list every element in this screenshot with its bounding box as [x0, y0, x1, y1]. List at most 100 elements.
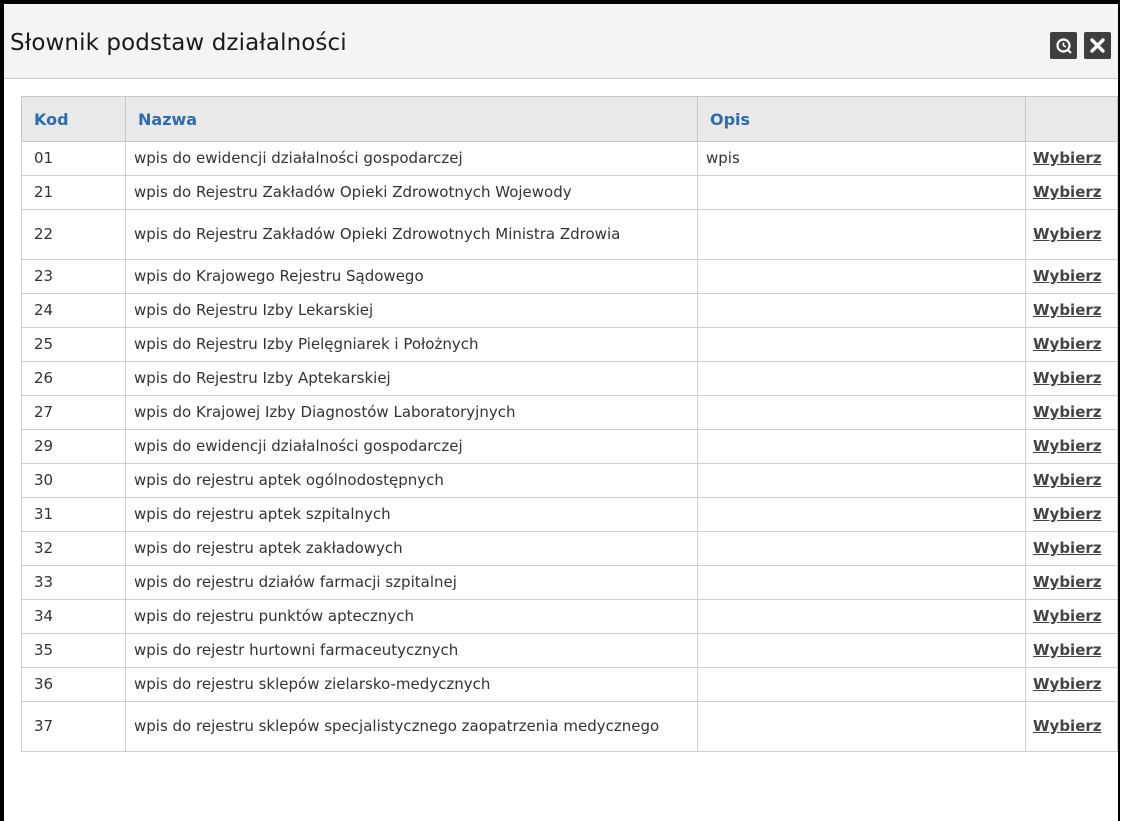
action-cell: Wybierz	[1025, 667, 1118, 702]
nazwa-cell: wpis do Rejestru Izby Pielęgniarek i Poł…	[125, 327, 698, 362]
nazwa-cell: wpis do Krajowej Izby Diagnostów Laborat…	[125, 395, 698, 430]
select-link[interactable]: Wybierz	[1033, 717, 1102, 735]
select-link[interactable]: Wybierz	[1033, 335, 1102, 353]
select-link[interactable]: Wybierz	[1033, 149, 1102, 167]
table-row: 23 wpis do Krajowego Rejestru Sądowego Wyb…	[21, 259, 1118, 294]
action-cell: Wybierz	[1025, 497, 1118, 532]
kod-cell: 21	[21, 175, 126, 210]
column-header-opis[interactable]: Opis	[697, 96, 1026, 142]
select-link[interactable]: Wybierz	[1033, 403, 1102, 421]
select-link[interactable]: Wybierz	[1033, 573, 1102, 591]
opis-cell: wpis	[697, 141, 1026, 176]
action-cell: Wybierz	[1025, 259, 1118, 294]
action-cell: Wybierz	[1025, 361, 1118, 396]
action-cell: Wybierz	[1025, 141, 1118, 176]
kod-cell: 25	[21, 327, 126, 362]
kod-cell: 26	[21, 361, 126, 396]
opis-cell	[697, 463, 1026, 498]
kod-cell: 01	[21, 141, 126, 176]
table-row: 34 wpis do rejestru punktów aptecznych Wyb…	[21, 599, 1118, 634]
nazwa-cell: wpis do rejestru sklepów zielarsko-medyc…	[125, 667, 698, 702]
table-row: 21 wpis do Rejestru Zakładów Opieki Zdrow…	[21, 175, 1118, 210]
zoom-button[interactable]	[1050, 32, 1077, 59]
opis-cell	[697, 175, 1026, 210]
column-header-nazwa[interactable]: Nazwa	[125, 96, 698, 142]
magnifier-icon	[1056, 38, 1072, 54]
kod-cell: 27	[21, 395, 126, 430]
nazwa-cell: wpis do rejestru działów farmacji szpita…	[125, 565, 698, 600]
kod-cell: 31	[21, 497, 126, 532]
opis-cell	[697, 599, 1026, 634]
table-row: 27 wpis do Krajowej Izby Diagnostów Labor…	[21, 395, 1118, 430]
nazwa-cell: wpis do Rejestru Izby Aptekarskiej	[125, 361, 698, 396]
kod-cell: 36	[21, 667, 126, 702]
action-cell: Wybierz	[1025, 531, 1118, 566]
select-link[interactable]: Wybierz	[1033, 505, 1102, 523]
results-grid: Kod Nazwa Opis 01 wpis do ewidencji dział…	[21, 96, 1118, 752]
action-cell: Wybierz	[1025, 701, 1118, 752]
action-cell: Wybierz	[1025, 327, 1118, 362]
action-cell: Wybierz	[1025, 633, 1118, 668]
nazwa-cell: wpis do rejestru aptek zakładowych	[125, 531, 698, 566]
opis-cell	[697, 259, 1026, 294]
table-row: 31 wpis do rejestru aptek szpitalnych Wybi…	[21, 497, 1118, 532]
action-cell: Wybierz	[1025, 429, 1118, 464]
opis-cell	[697, 293, 1026, 328]
opis-cell	[697, 633, 1026, 668]
select-link[interactable]: Wybierz	[1033, 641, 1102, 659]
dialog-titlebar: Słownik podstaw działalności	[4, 4, 1118, 79]
select-link[interactable]: Wybierz	[1033, 607, 1102, 625]
kod-cell: 37	[21, 701, 126, 752]
dialog-title: Słownik podstaw działalności	[10, 30, 347, 56]
nazwa-cell: wpis do rejestru aptek ogólnodostępnych	[125, 463, 698, 498]
nazwa-cell: wpis do ewidencji działalności gospodarc…	[125, 141, 698, 176]
action-cell: Wybierz	[1025, 599, 1118, 634]
select-link[interactable]: Wybierz	[1033, 183, 1102, 201]
kod-cell: 34	[21, 599, 126, 634]
opis-cell	[697, 395, 1026, 430]
nazwa-cell: wpis do ewidencji działalności gospodarc…	[125, 429, 698, 464]
select-link[interactable]: Wybierz	[1033, 225, 1102, 243]
kod-cell: 35	[21, 633, 126, 668]
close-icon	[1090, 38, 1105, 53]
kod-cell: 22	[21, 209, 126, 260]
nazwa-cell: wpis do Rejestru Izby Lekarskiej	[125, 293, 698, 328]
select-link[interactable]: Wybierz	[1033, 471, 1102, 489]
select-link[interactable]: Wybierz	[1033, 437, 1102, 455]
opis-cell	[697, 497, 1026, 532]
action-cell: Wybierz	[1025, 395, 1118, 430]
table-row: 26 wpis do Rejestru Izby Aptekarskiej Wybi…	[21, 361, 1118, 396]
column-header-kod[interactable]: Kod	[21, 96, 126, 142]
table-header-row: Kod Nazwa Opis	[21, 96, 1118, 142]
dictionary-table: Kod Nazwa Opis 01 wpis do ewidencji dział…	[21, 96, 1118, 752]
opis-cell	[697, 327, 1026, 362]
table-row: 35 wpis do rejestr hurtowni farmaceutyczn…	[21, 633, 1118, 668]
action-cell: Wybierz	[1025, 293, 1118, 328]
opis-cell	[697, 429, 1026, 464]
nazwa-cell: wpis do Rejestru Zakładów Opieki Zdrowot…	[125, 209, 698, 260]
kod-cell: 29	[21, 429, 126, 464]
dictionary-dialog: Słownik podstaw działalności Kod Nazwa O…	[0, 0, 1120, 821]
action-cell: Wybierz	[1025, 463, 1118, 498]
opis-cell	[697, 531, 1026, 566]
table-row: 33 wpis do rejestru działów farmacji szpi…	[21, 565, 1118, 600]
close-button[interactable]	[1084, 32, 1111, 59]
table-row: 01 wpis do ewidencji działalności gospoda…	[21, 141, 1118, 176]
table-row: 30 wpis do rejestru aptek ogólnodostępnyc…	[21, 463, 1118, 498]
column-header-action	[1025, 96, 1118, 142]
kod-cell: 30	[21, 463, 126, 498]
select-link[interactable]: Wybierz	[1033, 675, 1102, 693]
select-link[interactable]: Wybierz	[1033, 267, 1102, 285]
opis-cell	[697, 361, 1026, 396]
table-row: 25 wpis do Rejestru Izby Pielęgniarek i P…	[21, 327, 1118, 362]
select-link[interactable]: Wybierz	[1033, 539, 1102, 557]
opis-cell	[697, 701, 1026, 752]
kod-cell: 24	[21, 293, 126, 328]
nazwa-cell: wpis do rejestru aptek szpitalnych	[125, 497, 698, 532]
table-row: 22 wpis do Rejestru Zakładów Opieki Zdrow…	[21, 209, 1118, 260]
table-row: 32 wpis do rejestru aptek zakładowych Wybi…	[21, 531, 1118, 566]
opis-cell	[697, 209, 1026, 260]
nazwa-cell: wpis do Krajowego Rejestru Sądowego	[125, 259, 698, 294]
select-link[interactable]: Wybierz	[1033, 301, 1102, 319]
select-link[interactable]: Wybierz	[1033, 369, 1102, 387]
